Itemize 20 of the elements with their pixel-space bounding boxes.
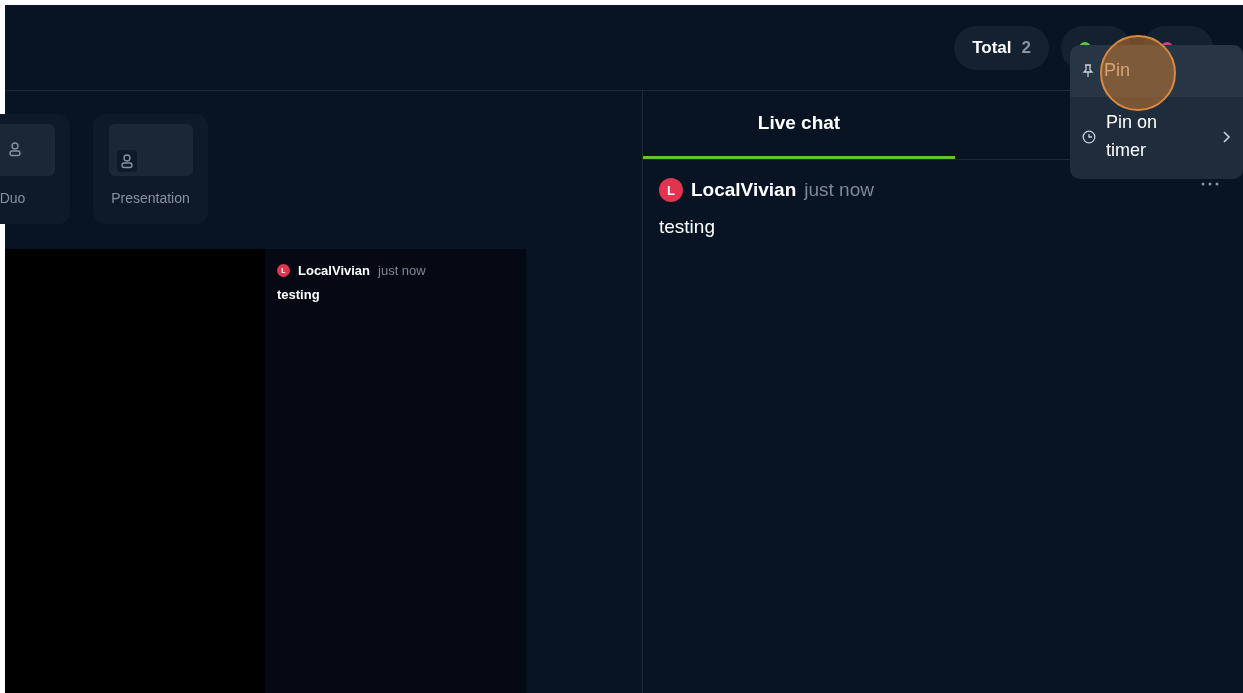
pin-icon (1082, 64, 1094, 78)
avatar: L (659, 178, 683, 203)
counter-label: Total (972, 36, 1012, 59)
message-time: just now (378, 262, 426, 280)
message-text: testing (659, 214, 716, 239)
message-text: testing (277, 285, 321, 304)
layout-label: Duo (0, 189, 26, 208)
message-time: just now (804, 178, 874, 202)
layout-card[interactable]: Presentation (93, 114, 208, 224)
clock-icon (1082, 129, 1096, 144)
person-icon (116, 150, 137, 172)
chat-tab[interactable]: Live chat (643, 91, 955, 159)
more-icon[interactable] (1201, 182, 1219, 186)
author-name: LocalVivian (298, 262, 370, 280)
layout-card[interactable]: Duo (0, 114, 70, 224)
layout-label: Presentation (111, 189, 190, 208)
author-name: LocalVivian (691, 178, 797, 202)
menu-item[interactable]: Pin on timer (1070, 97, 1243, 179)
counter-value: 2 (1021, 36, 1031, 59)
menu-item[interactable]: Pin (1070, 45, 1243, 97)
